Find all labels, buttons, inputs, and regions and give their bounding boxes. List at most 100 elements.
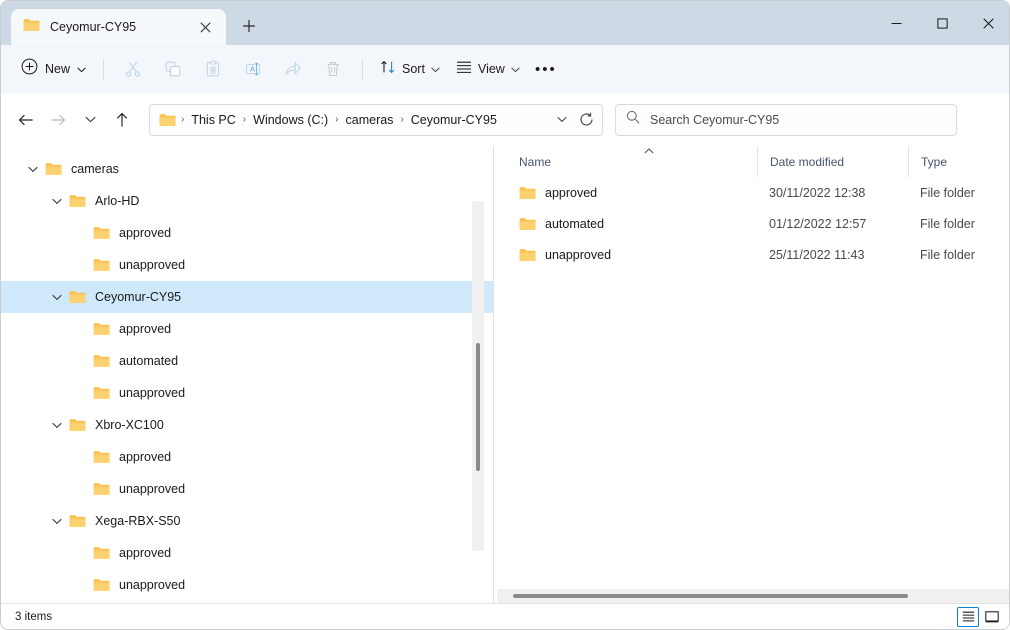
folder-icon	[93, 322, 110, 336]
folder-icon	[159, 113, 176, 127]
tab-close-icon[interactable]	[192, 14, 218, 40]
chevron-down-icon[interactable]	[45, 422, 69, 429]
up-button[interactable]	[107, 105, 137, 135]
tree-item-unapproved[interactable]: unapproved	[1, 377, 493, 409]
tree-item-label: approved	[119, 322, 172, 336]
sort-button[interactable]: Sort	[372, 54, 448, 84]
file-list: approved 30/11/2022 12:38 File folder autom…	[497, 177, 1009, 270]
breadcrumb-item-ceyomur-cy95[interactable]: Ceyomur-CY95	[406, 110, 502, 130]
details-view-button[interactable]	[957, 606, 979, 627]
column-header-type[interactable]: Type	[908, 146, 1008, 177]
tree-item-label: unapproved	[119, 386, 186, 400]
close-button[interactable]	[965, 1, 1009, 45]
file-list-horizontal-scrollbar[interactable]	[497, 589, 1009, 603]
tab-strip: Ceyomur-CY95	[1, 1, 266, 45]
sort-icon	[380, 59, 396, 80]
file-row-name-label: approved	[545, 185, 598, 200]
chevron-down-icon[interactable]	[45, 294, 69, 301]
maximize-button[interactable]	[919, 1, 965, 45]
item-count-label: 3 items	[15, 610, 53, 623]
recent-locations-button[interactable]	[75, 105, 105, 135]
file-row[interactable]: unapproved 25/11/2022 11:43 File folder	[497, 239, 1009, 270]
copy-icon[interactable]	[153, 53, 193, 85]
file-row-name-cell: approved	[507, 186, 757, 200]
rename-icon[interactable]	[233, 53, 273, 85]
file-row[interactable]: approved 30/11/2022 12:38 File folder	[497, 177, 1009, 208]
forward-button[interactable]	[43, 105, 73, 135]
file-list-pane: Name Date modified Type approved 30/11/20…	[497, 146, 1009, 605]
folder-icon	[93, 482, 110, 496]
folder-icon	[93, 354, 110, 368]
view-button-label: View	[477, 62, 505, 76]
chevron-down-icon[interactable]	[45, 518, 69, 525]
tree-item-xbro-xc100[interactable]: Xbro-XC100	[1, 409, 493, 441]
tree-item-approved[interactable]: approved	[1, 441, 493, 473]
navigation-scrollbar-thumb[interactable]	[476, 343, 480, 471]
file-row-name-cell: unapproved	[507, 248, 757, 262]
tree-item-unapproved[interactable]: unapproved	[1, 473, 493, 505]
breadcrumb-separator: ›	[400, 114, 404, 125]
folder-icon	[519, 217, 536, 231]
tree-item-arlo-hd[interactable]: Arlo-HD	[1, 185, 493, 217]
delete-icon[interactable]	[313, 53, 353, 85]
column-header-name[interactable]: Name	[507, 146, 757, 177]
folder-icon	[45, 162, 62, 176]
title-bar: Ceyomur-CY95	[1, 1, 1009, 45]
tree-item-unapproved[interactable]: unapproved	[1, 249, 493, 281]
window-controls	[873, 1, 1009, 45]
tab-title: Ceyomur-CY95	[50, 20, 137, 34]
tree-item-automated[interactable]: automated	[1, 345, 493, 377]
tree-item-approved[interactable]: approved	[1, 217, 493, 249]
search-input[interactable]	[650, 112, 946, 127]
tree-item-approved[interactable]: approved	[1, 313, 493, 345]
file-row-name-cell: automated	[507, 217, 757, 231]
chevron-down-icon	[511, 60, 520, 78]
navigation-scrollbar[interactable]	[472, 201, 484, 551]
file-row[interactable]: automated 01/12/2022 12:57 File folder	[497, 208, 1009, 239]
column-header-date-modified[interactable]: Date modified	[757, 146, 908, 177]
tree-item-cameras[interactable]: cameras	[1, 153, 493, 185]
file-row-date-modified: 25/11/2022 11:43	[769, 247, 865, 262]
new-tab-button[interactable]	[232, 9, 266, 43]
folder-icon	[93, 226, 110, 240]
new-button-label: New	[45, 62, 71, 76]
breadcrumb-item-cameras[interactable]: cameras	[341, 110, 399, 130]
folder-icon	[69, 418, 86, 432]
share-icon[interactable]	[273, 53, 313, 85]
file-list-horizontal-scrollbar-thumb[interactable]	[513, 594, 908, 598]
tree-item-label: automated	[119, 354, 179, 368]
tree-item-label: Arlo-HD	[95, 194, 140, 208]
tree-item-approved[interactable]: approved	[1, 537, 493, 569]
back-button[interactable]	[11, 105, 41, 135]
search-box[interactable]	[615, 103, 957, 136]
more-options-button[interactable]: •••	[528, 54, 564, 84]
paste-icon[interactable]	[193, 53, 233, 85]
chevron-down-icon[interactable]	[550, 108, 574, 132]
tree-item-xega-rbx-s50[interactable]: Xega-RBX-S50	[1, 505, 493, 537]
new-button[interactable]: New	[15, 54, 94, 84]
tree-item-label: Xega-RBX-S50	[95, 514, 181, 528]
file-row-name-label: unapproved	[545, 247, 612, 262]
folder-icon	[93, 386, 110, 400]
plus-circle-icon	[21, 58, 38, 80]
tree-item-label: unapproved	[119, 578, 186, 592]
folder-icon	[93, 258, 110, 272]
breadcrumb[interactable]: › This PC › Windows (C:) › cameras › Cey…	[149, 103, 603, 136]
minimize-button[interactable]	[873, 1, 919, 45]
tab-ceyomur-cy95[interactable]: Ceyomur-CY95	[11, 9, 226, 45]
chevron-down-icon	[431, 60, 440, 78]
tree-item-label: Ceyomur-CY95	[95, 290, 182, 304]
view-button[interactable]: View	[448, 54, 528, 84]
breadcrumb-item-windows-c[interactable]: Windows (C:)	[248, 110, 333, 130]
tree-item-unapproved[interactable]: unapproved	[1, 569, 493, 601]
refresh-icon[interactable]	[574, 108, 598, 132]
breadcrumb-item-this-pc[interactable]: This PC	[186, 110, 240, 130]
chevron-down-icon[interactable]	[21, 166, 45, 173]
large-icons-view-button[interactable]	[981, 607, 1003, 627]
folder-tree: cameras Arlo-HD approved unapproved Ceyomur-…	[1, 146, 493, 601]
cut-icon[interactable]	[113, 53, 153, 85]
tree-item-ceyomur-cy95[interactable]: Ceyomur-CY95	[1, 281, 493, 313]
chevron-down-icon[interactable]	[45, 198, 69, 205]
chevron-down-icon	[77, 60, 86, 78]
command-bar: New Sort View •••	[1, 45, 1009, 93]
